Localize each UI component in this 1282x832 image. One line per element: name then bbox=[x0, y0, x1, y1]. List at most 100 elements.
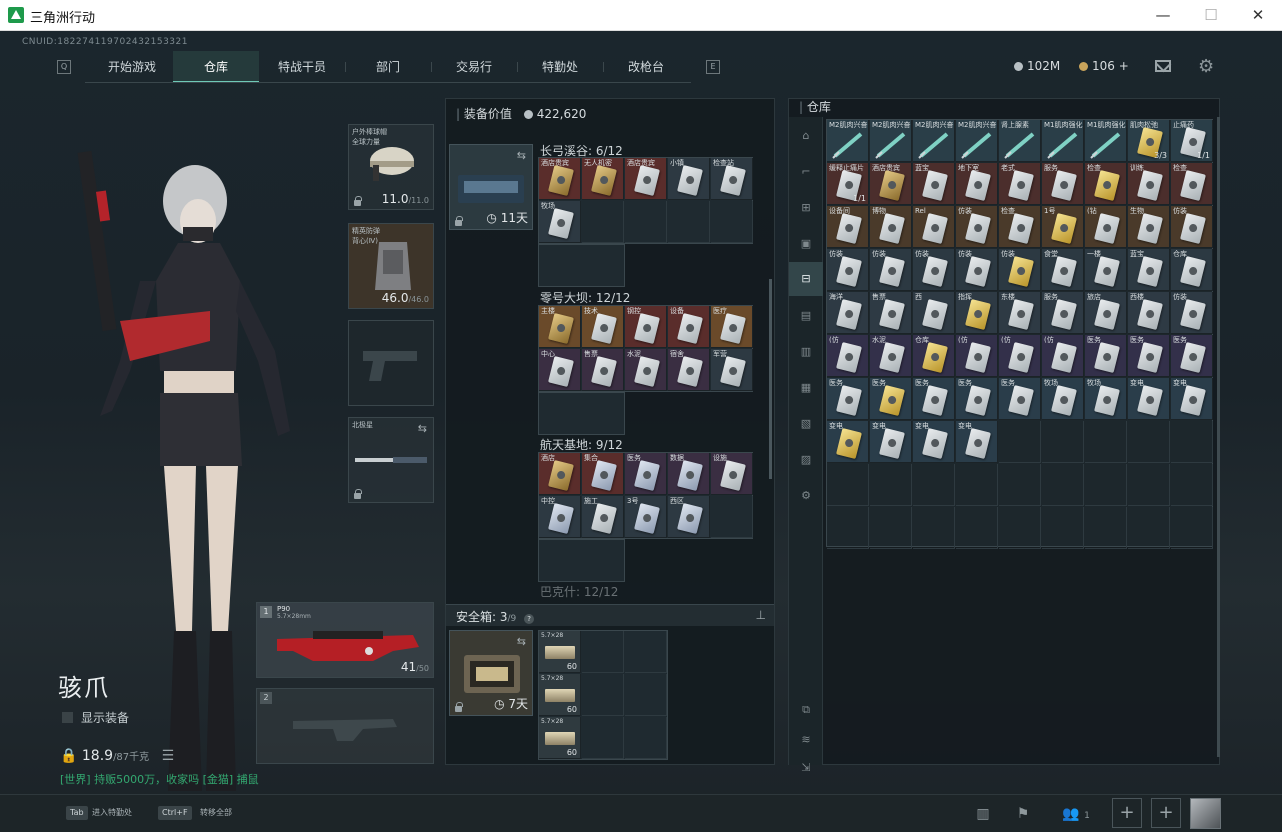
empty-grid-cell[interactable] bbox=[1128, 421, 1170, 463]
stash-item[interactable]: 仓库 bbox=[913, 335, 955, 377]
filter-all-icon[interactable]: ⌂ bbox=[796, 127, 816, 145]
stash-item[interactable]: 蓝宝 bbox=[913, 163, 955, 205]
mail-icon[interactable] bbox=[1155, 60, 1171, 72]
stash-item[interactable]: 牧场 bbox=[1042, 378, 1084, 420]
key-tab[interactable]: Tab bbox=[66, 806, 88, 820]
key-card-item[interactable]: 集合 bbox=[582, 453, 624, 495]
sort-icon[interactable]: ⧉ bbox=[796, 701, 816, 719]
empty-grid-cell[interactable] bbox=[668, 201, 710, 243]
stash-item[interactable]: 变电 bbox=[1128, 378, 1170, 420]
pin-icon[interactable]: ⊥ bbox=[756, 608, 766, 622]
transfer-all-label[interactable]: 转移全部 bbox=[200, 807, 232, 818]
show-gear-toggle[interactable]: 显示装备 bbox=[62, 709, 129, 726]
filter-gear-icon[interactable]: ▣ bbox=[796, 235, 816, 253]
empty-grid-cell[interactable] bbox=[1042, 507, 1084, 549]
stash-item[interactable]: 仿装 bbox=[913, 249, 955, 291]
ammo-item[interactable]: 5.7×28 60 bbox=[539, 717, 581, 759]
empty-grid-cell[interactable] bbox=[1085, 421, 1127, 463]
stash-item[interactable]: M2肌肉兴奋 bbox=[913, 120, 955, 162]
empty-grid-cell[interactable] bbox=[711, 201, 753, 243]
melee-slot[interactable]: 北极星 ⇆ bbox=[348, 417, 434, 503]
key-card-item[interactable]: 酒店 bbox=[539, 453, 581, 495]
key-card-item[interactable]: 3号 bbox=[625, 496, 667, 538]
settings-gear-icon[interactable]: ⚙ bbox=[1198, 56, 1214, 77]
stash-item[interactable]: 仿装 bbox=[999, 249, 1041, 291]
stash-item[interactable]: 服务 bbox=[1042, 292, 1084, 334]
swap-icon[interactable]: ⇆ bbox=[517, 149, 526, 162]
stash-item[interactable]: 仿装 bbox=[1171, 206, 1213, 248]
filter-containers-icon[interactable]: ▨ bbox=[796, 451, 816, 469]
stash-item[interactable]: 医务 bbox=[827, 378, 869, 420]
key-card-item[interactable]: 医务 bbox=[625, 453, 667, 495]
stash-item[interactable]: 蓝宝 bbox=[1128, 249, 1170, 291]
empty-grid-cell[interactable] bbox=[913, 507, 955, 549]
stash-item[interactable]: 检查 bbox=[999, 206, 1041, 248]
stash-item[interactable]: 检查 bbox=[1171, 163, 1213, 205]
key-card-item[interactable]: 钢控 bbox=[625, 306, 667, 348]
key-card-item[interactable]: 无人机密 bbox=[582, 158, 624, 200]
stash-item[interactable]: M2肌肉兴奋 bbox=[956, 120, 998, 162]
key-card-item[interactable]: 技术 bbox=[582, 306, 624, 348]
empty-grid-cell[interactable] bbox=[999, 507, 1041, 549]
key-card-item[interactable]: 西区 bbox=[668, 496, 710, 538]
scrollbar-thumb[interactable] bbox=[769, 279, 772, 479]
stash-item[interactable]: 缓释止痛片 1/1 bbox=[827, 163, 869, 205]
stash-item[interactable]: 止痛药 1/1 bbox=[1171, 120, 1213, 162]
invite-slot-1[interactable]: + bbox=[1112, 798, 1142, 828]
stash-item[interactable]: (仿 bbox=[999, 335, 1041, 377]
stash-item[interactable]: 旅店 bbox=[1085, 292, 1127, 334]
stash-item[interactable]: 变电 bbox=[956, 421, 998, 463]
stash-item[interactable]: 博物 bbox=[870, 206, 912, 248]
empty-grid-cell[interactable] bbox=[1128, 507, 1170, 549]
key-card-item[interactable]: 宿舍 bbox=[668, 349, 710, 391]
empty-grid-cell[interactable] bbox=[1171, 507, 1213, 549]
empty-grid-cell[interactable] bbox=[1171, 464, 1213, 506]
key-card-item[interactable]: 设施 bbox=[711, 453, 753, 495]
tab-special-ops[interactable]: 特勤处 bbox=[517, 51, 603, 83]
stash-item[interactable]: 医务 bbox=[999, 378, 1041, 420]
helmet-slot[interactable]: 户外棒球帽 全球力量 11.0/11.0 bbox=[348, 124, 434, 210]
nav-next-key[interactable]: E bbox=[706, 60, 720, 74]
empty-grid-cell[interactable] bbox=[625, 631, 667, 673]
empty-grid-cell[interactable] bbox=[582, 631, 624, 673]
stash-item[interactable]: 变电 bbox=[827, 421, 869, 463]
stash-item[interactable]: 检查 bbox=[1085, 163, 1127, 205]
world-chat-line[interactable]: [世界] 持贩5000万，收家吗 [金猫] 捕鼠 bbox=[60, 771, 259, 787]
stash-scrollbar[interactable] bbox=[1217, 117, 1220, 757]
key-card-item[interactable]: 酒店贵宾 bbox=[539, 158, 581, 200]
stash-item[interactable]: 医务 bbox=[1128, 335, 1170, 377]
empty-grid-cell[interactable] bbox=[711, 496, 753, 538]
empty-grid-cell[interactable] bbox=[827, 464, 869, 506]
empty-grid-cell[interactable] bbox=[582, 717, 624, 759]
filter-misc-icon[interactable]: ▦ bbox=[796, 379, 816, 397]
maximize-button[interactable]: ☐ bbox=[1188, 4, 1234, 26]
empty-grid-cell[interactable] bbox=[1042, 421, 1084, 463]
empty-grid-cell[interactable] bbox=[582, 674, 624, 716]
filter-ammo-icon[interactable]: ⊞ bbox=[796, 199, 816, 217]
flag-icon[interactable]: ⚑ bbox=[1008, 799, 1038, 829]
stash-item[interactable]: 肾上腺素 bbox=[999, 120, 1041, 162]
empty-grid-cell[interactable] bbox=[1128, 464, 1170, 506]
empty-grid-cell[interactable] bbox=[870, 464, 912, 506]
stash-item[interactable]: Rel bbox=[913, 206, 955, 248]
player-avatar[interactable] bbox=[1190, 798, 1221, 829]
key-card-item[interactable]: 军营 bbox=[711, 349, 753, 391]
minimize-button[interactable]: — bbox=[1140, 4, 1186, 26]
tab-gunsmith[interactable]: 改枪台 bbox=[603, 51, 689, 83]
silver-currency[interactable]: 102M bbox=[1014, 59, 1060, 73]
key-card-item[interactable]: 医疗 bbox=[711, 306, 753, 348]
gold-currency[interactable]: 106 + bbox=[1079, 59, 1129, 73]
empty-grid-cell[interactable] bbox=[956, 464, 998, 506]
tab-department[interactable]: 部门 bbox=[345, 51, 431, 83]
safe-box-slot[interactable]: ⇆ ◷ 7天 bbox=[449, 630, 533, 716]
expand-icon[interactable]: ⇲ bbox=[796, 759, 816, 777]
stash-item[interactable]: 医务 bbox=[1171, 335, 1213, 377]
stash-item[interactable]: 生物 bbox=[1128, 206, 1170, 248]
stash-item[interactable]: M1肌肉强化 bbox=[1085, 120, 1127, 162]
primary-weapon-slot[interactable]: 1 P90 5.7×28mm 41/50 bbox=[256, 602, 434, 678]
empty-grid-cell[interactable] bbox=[582, 201, 624, 243]
key-card-item[interactable]: 牧场 bbox=[539, 201, 581, 243]
stash-item[interactable]: 仿装 bbox=[956, 206, 998, 248]
key-card-item[interactable]: 酒店贵宾 bbox=[625, 158, 667, 200]
empty-grid-cell[interactable] bbox=[1085, 464, 1127, 506]
